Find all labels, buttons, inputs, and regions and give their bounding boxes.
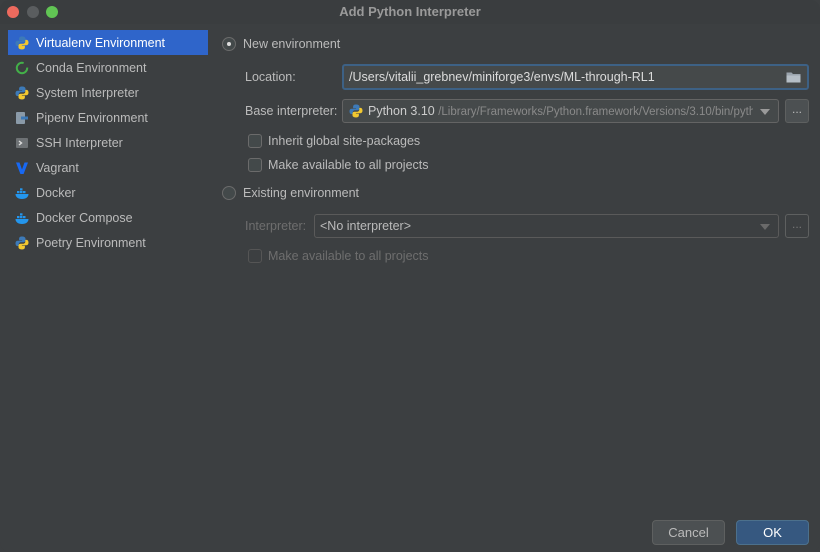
location-input[interactable]: /Users/vitalii_grebnev/miniforge3/envs/M… bbox=[342, 64, 809, 90]
chevron-down-icon bbox=[760, 224, 770, 230]
existing-environment-radio[interactable] bbox=[222, 186, 236, 200]
sidebar-item-label: Conda Environment bbox=[36, 60, 147, 75]
base-interpreter-browse-button[interactable]: ... bbox=[785, 99, 809, 123]
inherit-site-packages-label: Inherit global site-packages bbox=[268, 134, 421, 148]
chevron-down-icon bbox=[760, 109, 770, 115]
sidebar-item-poetry[interactable]: Poetry Environment bbox=[0, 230, 210, 255]
window-title: Add Python Interpreter bbox=[339, 4, 481, 19]
sidebar-item-system-interpreter[interactable]: System Interpreter bbox=[0, 80, 210, 105]
sidebar-item-conda[interactable]: Conda Environment bbox=[0, 55, 210, 80]
make-available-checkbox[interactable] bbox=[248, 158, 262, 172]
base-interpreter-label: Base interpreter: bbox=[245, 104, 338, 118]
existing-make-available-label: Make available to all projects bbox=[268, 249, 429, 263]
interpreter-label: Interpreter: bbox=[245, 219, 307, 233]
new-environment-radio[interactable] bbox=[222, 37, 236, 51]
sidebar-item-label: Docker Compose bbox=[36, 210, 133, 225]
existing-environment-label: Existing environment bbox=[243, 186, 360, 200]
folder-icon[interactable] bbox=[786, 71, 801, 86]
location-label: Location: bbox=[245, 70, 296, 84]
vagrant-icon bbox=[14, 160, 30, 176]
new-environment-label: New environment bbox=[243, 37, 341, 51]
sidebar-item-pipenv[interactable]: Pipenv Environment bbox=[0, 105, 210, 130]
python-icon bbox=[14, 35, 30, 51]
inherit-site-packages-checkbox[interactable] bbox=[248, 134, 262, 148]
sidebar-item-label: Docker bbox=[36, 185, 76, 200]
pipenv-icon bbox=[14, 110, 30, 126]
base-interpreter-path: /Library/Frameworks/Python.framework/Ver… bbox=[438, 106, 753, 118]
base-interpreter-dropdown[interactable]: Python 3.10 /Library/Frameworks/Python.f… bbox=[342, 99, 779, 123]
sidebar-item-label: Vagrant bbox=[36, 160, 79, 175]
sidebar-item-label: Virtualenv Environment bbox=[36, 35, 166, 50]
python-icon bbox=[14, 235, 30, 251]
sidebar-item-docker-compose[interactable]: Docker Compose bbox=[0, 205, 210, 230]
interpreter-dropdown[interactable]: <No interpreter> bbox=[314, 214, 779, 238]
interpreter-browse-button[interactable]: ... bbox=[785, 214, 809, 238]
sidebar-item-ssh[interactable]: SSH Interpreter bbox=[0, 130, 210, 155]
terminal-icon bbox=[14, 135, 30, 151]
python-icon bbox=[14, 85, 30, 101]
location-value: /Users/vitalii_grebnev/miniforge3/envs/M… bbox=[349, 70, 655, 84]
base-interpreter-version: Python 3.10 bbox=[368, 104, 435, 118]
title-bar: Add Python Interpreter bbox=[0, 0, 820, 24]
sidebar-item-label: Pipenv Environment bbox=[36, 110, 148, 125]
python-icon bbox=[349, 104, 363, 121]
base-interpreter-value: Python 3.10 /Library/Frameworks/Python.f… bbox=[368, 104, 753, 118]
sidebar-item-docker[interactable]: Docker bbox=[0, 180, 210, 205]
conda-icon bbox=[14, 60, 30, 76]
interpreter-type-list: Virtualenv Environment Conda Environment… bbox=[0, 30, 210, 255]
sidebar-item-label: Poetry Environment bbox=[36, 235, 146, 250]
add-interpreter-dialog: Add Python Interpreter Virtualenv Enviro… bbox=[0, 0, 820, 552]
sidebar-item-virtualenv[interactable]: Virtualenv Environment bbox=[8, 30, 208, 55]
make-available-label: Make available to all projects bbox=[268, 158, 429, 172]
docker-icon bbox=[14, 185, 30, 201]
ok-button[interactable]: OK bbox=[736, 520, 809, 545]
sidebar-item-label: System Interpreter bbox=[36, 85, 139, 100]
existing-make-available-checkbox[interactable] bbox=[248, 249, 262, 263]
cancel-button[interactable]: Cancel bbox=[652, 520, 725, 545]
docker-compose-icon bbox=[14, 210, 30, 226]
sidebar-item-vagrant[interactable]: Vagrant bbox=[0, 155, 210, 180]
sidebar-item-label: SSH Interpreter bbox=[36, 135, 123, 150]
interpreter-value: <No interpreter> bbox=[320, 219, 412, 233]
